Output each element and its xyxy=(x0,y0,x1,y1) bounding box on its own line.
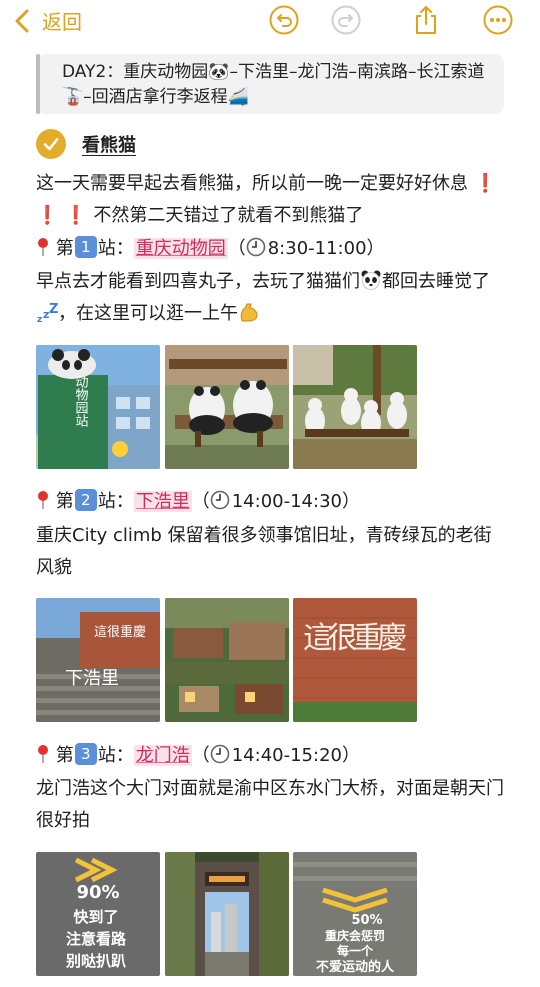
pin-icon xyxy=(36,489,50,509)
paren-open: （ xyxy=(191,745,210,766)
muscle-icon xyxy=(238,301,260,323)
stop-location-link[interactable]: 重庆动物园 xyxy=(133,238,228,259)
stop-suffix: 站： xyxy=(97,491,134,512)
desc-text-b: 都回去睡觉了 xyxy=(382,271,490,292)
intro-quote-block: DAY2：重庆动物园🐼–下浩里–龙门浩–南滨路–长江索道🚡–回酒店拿行李返程🚄 xyxy=(36,54,504,114)
photo-pandas-eating[interactable] xyxy=(293,345,417,469)
share-button[interactable] xyxy=(410,4,442,36)
slogan-line-2: 注意看路 xyxy=(66,930,127,948)
paren-close: ） xyxy=(341,491,360,512)
stop-time: 14:00-14:30 xyxy=(231,491,342,512)
svg-text:Z: Z xyxy=(49,302,58,317)
percent-text: 50% xyxy=(351,913,382,928)
more-button[interactable] xyxy=(482,4,514,36)
undo-button[interactable] xyxy=(268,4,300,36)
stop-prefix: 第 xyxy=(55,238,74,259)
slogan-line-3: 别哒扒趴 xyxy=(65,952,126,970)
paren-close: ） xyxy=(366,238,385,259)
checkbox-done[interactable] xyxy=(36,129,66,159)
photo-sign-text: 這很重慶 xyxy=(94,624,146,640)
panda-icon xyxy=(360,269,382,291)
photo-zhehen-chongqing-sign[interactable]: 這很重慶 xyxy=(293,598,417,722)
stop-prefix: 第 xyxy=(55,745,74,766)
share-icon xyxy=(416,6,436,34)
photo-old-street[interactable] xyxy=(165,598,289,722)
desc-text-c: ，在这里可以逛一上午 xyxy=(58,303,238,324)
slogan-line-2: 每一个 xyxy=(337,943,374,958)
section2-description: 重庆City climb 保留着很多领事馆旧址，青砖绿瓦的老街风貌 xyxy=(36,525,492,578)
section1-description: 早点去才能看到四喜丸子，去玩了猫猫们 都回去睡觉了 z z Z ，在这里可以逛一上午 xyxy=(36,266,506,330)
stop-number-badge: 2 xyxy=(74,489,97,511)
stop-1-line: 第 1 站： 重庆动物园（ 8:30-11:00） xyxy=(36,233,385,265)
clock-icon xyxy=(210,489,230,510)
stop-time: 8:30-11:00 xyxy=(267,238,367,259)
photo-ground-text: 下浩里 xyxy=(65,668,119,689)
big-sign-text: 這很重慶 xyxy=(303,621,407,656)
paren-close: ） xyxy=(341,745,360,766)
chevron-left-icon xyxy=(15,9,29,32)
zoo-station-sign: 动物园站 xyxy=(73,375,89,427)
stop-suffix: 站： xyxy=(97,745,134,766)
redo-button[interactable] xyxy=(330,4,362,36)
undo-icon xyxy=(269,5,299,35)
para-text-a: 这一天需要早起去看熊猫，所以前一晚一定要好好休息 xyxy=(36,173,468,194)
stop-location-link[interactable]: 龙门浩 xyxy=(133,745,192,766)
clock-icon xyxy=(210,743,230,764)
photo-pandas-on-swing[interactable] xyxy=(165,345,289,469)
heading-title: 看熊猫 xyxy=(82,135,136,156)
pin-icon xyxy=(36,236,50,256)
section-heading: 看熊猫 xyxy=(36,128,136,160)
stop-location-link[interactable]: 下浩里 xyxy=(133,491,192,512)
stop-number-badge: 1 xyxy=(74,236,97,258)
para-text-b: 不然第二天错过了就看不到熊猫了 xyxy=(93,205,364,226)
more-icon xyxy=(483,5,513,35)
svg-text:z: z xyxy=(37,315,42,323)
redo-icon xyxy=(331,5,361,35)
stop-time: 14:40-15:20 xyxy=(231,745,342,766)
intro-text: DAY2：重庆动物园🐼–下浩里–龙门浩–南滨路–长江索道🚡–回酒店拿行李返程🚄 xyxy=(62,62,485,107)
paren-open: （ xyxy=(191,491,210,512)
stop-prefix: 第 xyxy=(55,491,74,512)
section3-description: 龙门浩这个大门对面就是渝中区东水门大桥，对面是朝天门很好拍 xyxy=(36,778,504,831)
photo-ground-slogan-90[interactable]: 90% 快到了注意看路别哒扒趴 xyxy=(36,852,160,976)
slogan-line-1: 重庆会惩罚 xyxy=(325,928,385,943)
stop-2-line: 第 2 站： 下浩里（ 14:00-14:30） xyxy=(36,486,360,518)
desc-text-a: 早点去才能看到四喜丸子，去玩了猫猫们 xyxy=(36,271,360,292)
top-toolbar: 返回 xyxy=(0,0,540,44)
photo-longmenhao-gate[interactable] xyxy=(165,852,289,976)
photo-xiahaoli-stairs[interactable]: 這很重慶下浩里 xyxy=(36,598,160,722)
stop-3-line: 第 3 站： 龙门浩（ 14:40-15:20） xyxy=(36,740,360,772)
checkmark-icon xyxy=(43,138,59,151)
quote-bar xyxy=(36,54,40,114)
photo-zoo-station[interactable]: 动物园站 xyxy=(36,345,160,469)
slogan-line-1: 快到了 xyxy=(73,908,118,926)
stop-suffix: 站： xyxy=(97,238,134,259)
slogan-line-3: 不爱运动的人 xyxy=(316,959,395,975)
percent-text: 90% xyxy=(76,882,119,903)
back-label: 返回 xyxy=(42,10,82,34)
pin-icon xyxy=(36,743,50,763)
sleep-icon: zzZ xyxy=(36,301,58,325)
back-button[interactable]: 返回 xyxy=(14,6,82,35)
photo-ground-slogan-50[interactable]: 50% 重庆会惩罚 每一个 不爱运动的人 xyxy=(293,852,417,976)
section1-paragraph: 这一天需要早起去看熊猫，所以前一晚一定要好好休息 ❗ ❗ ❗ 不然第二天错过了就… xyxy=(36,168,506,232)
clock-icon xyxy=(246,236,266,257)
stop-number-badge: 3 xyxy=(74,743,97,765)
paren-open: （ xyxy=(227,238,246,259)
